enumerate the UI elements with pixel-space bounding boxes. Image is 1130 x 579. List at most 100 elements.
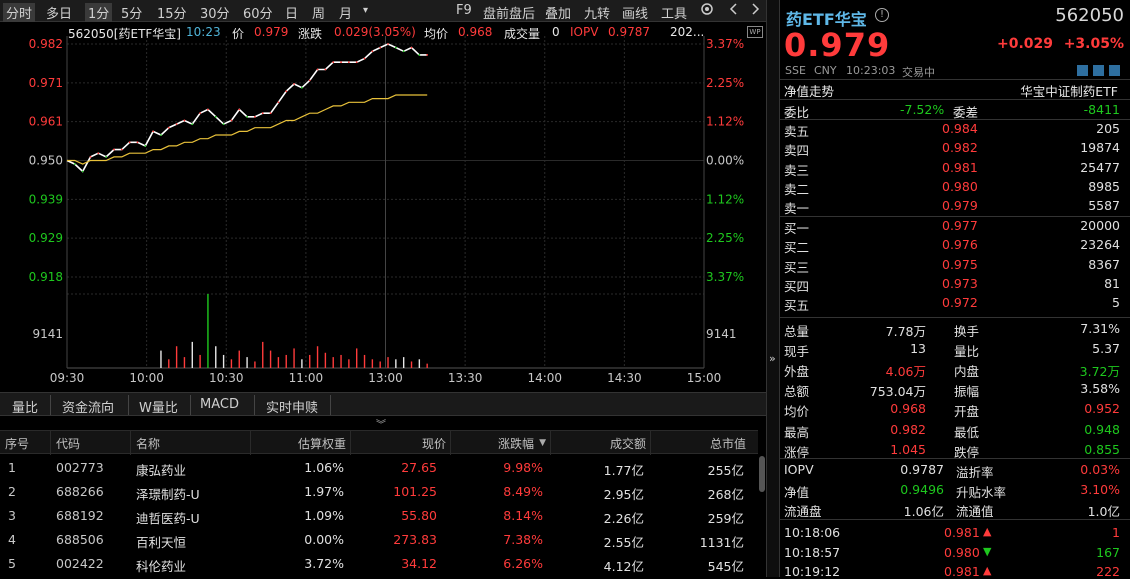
chart-canvas: 0.982 0.971 0.961 0.950 0.939 0.929 0.918 9141 3… <box>29 36 744 385</box>
col-amount[interactable]: 成交额 <box>610 435 646 452</box>
volume-bar <box>402 357 405 368</box>
tab-macd[interactable]: MACD <box>200 397 239 412</box>
nav-trend-link[interactable]: 净值走势 <box>784 81 834 100</box>
tab-realtime-subscription[interactable]: 实时申赎 <box>266 397 318 416</box>
tab-week[interactable]: 周 <box>312 3 325 22</box>
table-row[interactable]: 5 002422 科伦药业 3.72% 34.12 6.26% 4.12亿 545亿 <box>0 551 758 575</box>
arrow-down-icon: ▼ <box>983 544 992 558</box>
x-tick: 10:00 <box>129 371 164 385</box>
ask-price[interactable]: 0.980 <box>942 179 978 194</box>
col-weight[interactable]: 估算权重 <box>298 435 346 452</box>
chevron-right-icon[interactable] <box>748 1 762 21</box>
tab-fund-flow[interactable]: 资金流向 <box>62 397 114 416</box>
stat-value: 3.58% <box>1080 381 1120 397</box>
volume-bar <box>293 348 295 368</box>
price-point <box>418 54 421 56</box>
ask-price[interactable]: 0.982 <box>942 140 978 155</box>
more-periods-icon[interactable]: ▾ <box>363 5 368 16</box>
price-point <box>254 115 256 118</box>
tab-multi-day[interactable]: 多日 <box>46 3 72 22</box>
row-weight: 0.00% <box>304 532 344 547</box>
price-point <box>332 61 335 64</box>
volume-bar <box>387 357 389 368</box>
row-change-pct: 9.98% <box>503 460 543 475</box>
price-line <box>66 43 428 173</box>
table-scrollbar[interactable] <box>759 456 765 492</box>
share-icon[interactable] <box>1109 65 1120 76</box>
row-index: 2 <box>8 484 16 499</box>
price-point <box>97 152 100 155</box>
bid-price[interactable]: 0.975 <box>942 257 978 272</box>
chevron-left-icon[interactable] <box>727 1 741 21</box>
tab-30min[interactable]: 30分 <box>200 3 230 22</box>
table-row[interactable]: 3 688192 迪哲医药-U 1.09% 55.80 8.14% 2.26亿 259亿 <box>0 503 758 527</box>
overlay-button[interactable]: 叠加 <box>545 3 571 22</box>
tab-5min[interactable]: 5分 <box>121 3 142 22</box>
bid-price[interactable]: 0.972 <box>942 295 978 310</box>
col-index[interactable]: 序号 <box>5 435 29 452</box>
table-row[interactable]: 4 688506 百利天恒 0.00% 273.83 7.38% 2.55亿 1131亿 <box>0 527 758 551</box>
y-tick-right: 3.37% <box>706 37 744 51</box>
etf-stat-value: 0.9787 <box>900 462 944 477</box>
table-row[interactable]: 1 002773 康弘药业 1.06% 27.65 9.98% 1.77亿 255亿 <box>0 455 758 479</box>
x-tick: 13:00 <box>368 371 403 385</box>
x-tick: 11:00 <box>289 371 324 385</box>
bell-icon[interactable] <box>1093 65 1104 76</box>
tools-button[interactable]: 工具 <box>661 3 687 22</box>
col-price[interactable]: 现价 <box>422 435 446 452</box>
gear-icon[interactable] <box>699 1 715 21</box>
etf-stat-label: 流通值 <box>956 504 994 519</box>
row-index: 3 <box>8 508 16 523</box>
stat-label: 开盘 <box>954 404 980 420</box>
volume-bar <box>371 359 374 368</box>
tick-volume: 167 <box>1096 544 1120 560</box>
collapse-arrow-icon[interactable]: » <box>769 352 776 365</box>
sort-desc-icon[interactable]: ▼ <box>539 438 546 448</box>
tick-volume: 1 <box>1112 525 1120 540</box>
y-tick-right: 3.37% <box>706 270 744 284</box>
tab-intraday[interactable]: 分时 <box>3 3 36 22</box>
col-market-cap[interactable]: 总市值 <box>710 435 746 452</box>
panel-divider[interactable]: » <box>766 0 780 577</box>
ask-price[interactable]: 0.981 <box>942 160 978 175</box>
nine-turn-button[interactable]: 九转 <box>584 3 610 22</box>
x-tick: 09:30 <box>50 371 85 385</box>
etf-stat-label: 流通盘 <box>784 504 822 519</box>
tab-15min[interactable]: 15分 <box>157 3 187 22</box>
volume-bar <box>301 359 303 368</box>
col-change-pct[interactable]: 涨跌幅 <box>498 435 534 452</box>
price-point <box>308 79 311 82</box>
ask-price[interactable]: 0.984 <box>942 121 978 136</box>
tab-month[interactable]: 月 <box>339 3 352 22</box>
bid-price[interactable]: 0.973 <box>942 276 978 291</box>
tab-w-volume-ratio[interactable]: W量比 <box>139 397 178 416</box>
ask-volume: 8985 <box>1088 178 1120 194</box>
price-point <box>73 163 76 166</box>
col-name[interactable]: 名称 <box>136 435 160 452</box>
ask-price[interactable]: 0.979 <box>942 198 978 213</box>
bid-price[interactable]: 0.977 <box>942 218 978 233</box>
bid-price[interactable]: 0.976 <box>942 237 978 252</box>
f9-button[interactable]: F9 <box>456 3 472 18</box>
bid-label: 买五 <box>784 298 810 314</box>
intraday-chart[interactable]: 562050[药ETF华宝] 10:23 价 0.979 涨跌 0.029(3.… <box>0 22 766 392</box>
info-icon[interactable]: ! <box>875 8 889 22</box>
ask-label: 卖一 <box>784 201 810 217</box>
tab-day[interactable]: 日 <box>285 3 298 22</box>
table-row[interactable]: 2 688266 泽璟制药-U 1.97% 101.25 8.49% 2.95亿 268亿 <box>0 479 758 503</box>
price-point <box>316 68 319 71</box>
price-point <box>402 50 405 53</box>
edit-icon[interactable] <box>1077 65 1088 76</box>
draw-line-button[interactable]: 画线 <box>622 3 648 22</box>
expand-panel-icon[interactable]: ︾ <box>376 416 386 431</box>
volume-bar <box>363 354 366 368</box>
pre-post-market-button[interactable]: 盘前盘后 <box>483 3 535 22</box>
price-point <box>207 108 209 111</box>
diff-value: -8411 <box>1083 102 1120 117</box>
col-code[interactable]: 代码 <box>56 435 80 452</box>
volume-bar <box>199 354 201 368</box>
tab-volume-ratio[interactable]: 量比 <box>12 397 38 416</box>
tab-60min[interactable]: 60分 <box>243 3 273 22</box>
tab-1min[interactable]: 1分 <box>85 3 113 22</box>
y-tick-left: 9141 <box>32 327 63 341</box>
